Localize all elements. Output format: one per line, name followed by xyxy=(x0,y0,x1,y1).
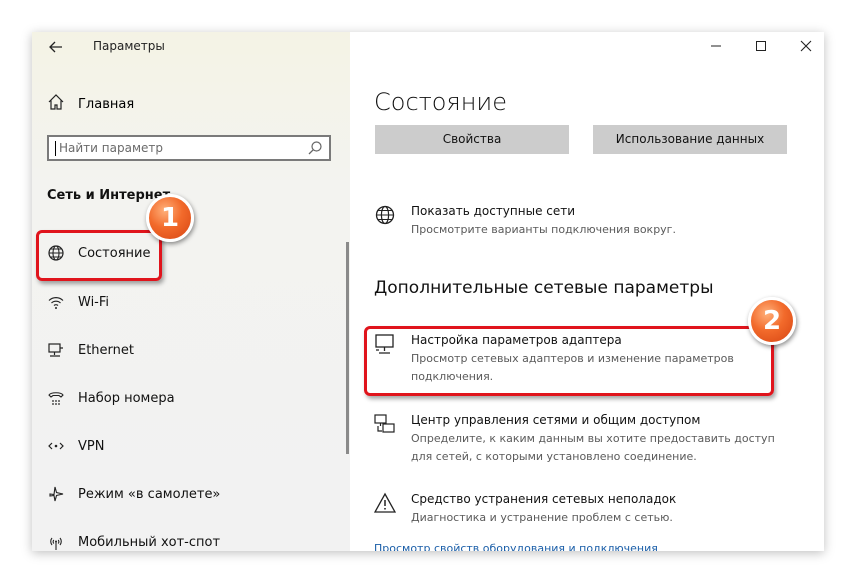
sidebar-item-dialup[interactable]: Набор номера xyxy=(47,387,175,409)
main-content: Состояние Свойства Использование данных … xyxy=(350,32,824,551)
entry-description: Просмотрите варианты подключения вокруг. xyxy=(411,223,676,236)
close-icon[interactable] xyxy=(792,36,820,56)
entry-title: Средство устранения сетевых неполадок xyxy=(411,492,677,506)
sidebar-scrollbar[interactable] xyxy=(346,242,349,454)
airplane-icon xyxy=(47,485,65,503)
sidebar: Параметры Главная Сеть и Интернет Состоя… xyxy=(32,32,350,551)
step-badge-1: 1 xyxy=(146,194,194,242)
wifi-icon xyxy=(47,293,65,311)
globe-icon xyxy=(374,204,396,226)
vpn-icon xyxy=(47,437,65,455)
network-sharing-icon xyxy=(374,413,396,435)
minimize-icon[interactable] xyxy=(702,36,730,56)
search-box[interactable] xyxy=(47,135,331,161)
warning-icon xyxy=(373,492,397,514)
hotspot-icon xyxy=(47,533,65,551)
sidebar-item-home[interactable]: Главная xyxy=(47,94,134,114)
highlight-adapter xyxy=(364,326,774,396)
sidebar-item-label: Мобильный хот-спот xyxy=(78,534,221,550)
properties-button[interactable]: Свойства xyxy=(375,125,569,154)
entry-title: Центр управления сетями и общим доступом xyxy=(411,413,701,427)
show-networks-link[interactable]: Показать доступные сети Просмотрите вари… xyxy=(374,204,804,244)
ethernet-icon xyxy=(47,341,65,359)
app-title: Параметры xyxy=(93,39,165,53)
search-input[interactable] xyxy=(59,139,299,157)
sidebar-item-label: Режим «в самолете» xyxy=(78,486,221,502)
sidebar-item-wifi[interactable]: Wi-Fi xyxy=(47,291,109,313)
sidebar-item-label: VPN xyxy=(78,438,105,454)
maximize-icon[interactable] xyxy=(747,36,775,56)
entry-description: Диагностика и устранение проблем с сетью… xyxy=(411,511,673,524)
sidebar-item-ethernet[interactable]: Ethernet xyxy=(47,339,134,361)
hardware-properties-link[interactable]: Просмотр свойств оборудования и подключе… xyxy=(374,542,658,551)
back-arrow-icon[interactable] xyxy=(46,37,66,57)
entry-description: Определите, к каким данным вы хотите пре… xyxy=(411,432,775,463)
home-label: Главная xyxy=(78,96,135,112)
sidebar-item-label: Набор номера xyxy=(78,390,175,406)
home-icon xyxy=(47,93,65,115)
troubleshooter-link[interactable]: Средство устранения сетевых неполадок Ди… xyxy=(373,492,804,532)
text-caret xyxy=(55,141,56,156)
sidebar-item-label: Ethernet xyxy=(78,342,134,358)
sidebar-item-airplane[interactable]: Режим «в самолете» xyxy=(47,483,220,505)
page-title: Состояние xyxy=(374,88,507,116)
highlight-status xyxy=(36,230,162,281)
settings-window: Параметры Главная Сеть и Интернет Состоя… xyxy=(32,32,824,551)
sidebar-item-label: Wi-Fi xyxy=(78,294,110,310)
advanced-section-heading: Дополнительные сетевые параметры xyxy=(374,278,714,298)
sidebar-item-vpn[interactable]: VPN xyxy=(47,435,104,457)
dial-up-icon xyxy=(47,389,65,407)
sidebar-item-hotspot[interactable]: Мобильный хот-спот xyxy=(47,531,220,551)
entry-title: Показать доступные сети xyxy=(411,204,576,218)
sharing-center-link[interactable]: Центр управления сетями и общим доступом… xyxy=(374,413,804,469)
step-badge-2: 2 xyxy=(748,297,796,345)
search-icon[interactable] xyxy=(307,140,323,156)
data-usage-button[interactable]: Использование данных xyxy=(593,125,787,154)
